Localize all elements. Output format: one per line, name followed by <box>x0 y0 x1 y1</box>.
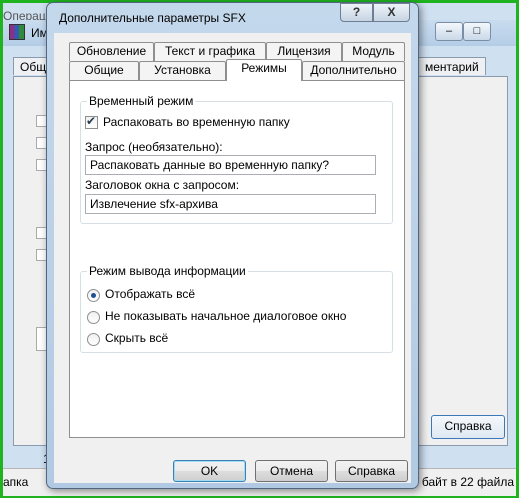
tab-setup[interactable]: Установка <box>139 61 226 80</box>
temp-mode-group: Временный режим Распаковать во временную… <box>80 94 393 224</box>
temp-mode-legend: Временный режим <box>87 94 196 108</box>
close-icon[interactable]: X <box>373 3 410 22</box>
help-button[interactable]: Справка <box>335 460 408 482</box>
tab-general[interactable]: Общие <box>69 61 139 80</box>
window-title-label: Заголовок окна с запросом: <box>85 178 240 192</box>
background-tab-comment[interactable]: ментарий <box>418 57 486 75</box>
winrar-app-icon <box>9 24 25 40</box>
radio-hide-all[interactable] <box>87 333 100 346</box>
minimize-icon[interactable]: – <box>435 22 463 41</box>
radio-hide-all-label: Скрыть всё <box>105 331 169 345</box>
maximize-icon[interactable]: □ <box>463 22 491 41</box>
radio-hide-start-dialog-label: Не показывать начальное диалоговое окно <box>105 309 347 323</box>
cancel-button[interactable]: Отмена <box>255 460 328 482</box>
tab-module[interactable]: Модуль <box>342 42 405 61</box>
output-mode-group: Режим вывода информации Отображать всё Н… <box>80 264 393 353</box>
output-mode-legend: Режим вывода информации <box>87 264 248 278</box>
query-input[interactable]: Распаковать данные во временную папку? <box>85 155 376 175</box>
modes-tab-panel: Временный режим Распаковать во временную… <box>69 80 405 438</box>
unpack-to-temp-checkbox[interactable] <box>85 114 98 129</box>
tab-advanced[interactable]: Дополнительно <box>302 61 405 80</box>
help-caption-button[interactable]: ? <box>340 3 373 22</box>
radio-show-all-label: Отображать всё <box>105 287 196 301</box>
radio-hide-start-dialog[interactable] <box>87 311 100 324</box>
status-right-text: 6 байт в 22 файла <box>411 475 514 489</box>
query-label: Запрос (необязательно): <box>85 140 223 154</box>
unpack-to-temp-label: Распаковать во временную папку <box>103 115 290 129</box>
dialog-title: Дополнительные параметры SFX <box>59 11 246 25</box>
window-title-input[interactable]: Извлечение sfx-архива <box>85 194 376 214</box>
tab-update[interactable]: Обновление <box>69 42 154 61</box>
dialog-client-area: Обновление Текст и графика Лицензия Моду… <box>54 33 411 483</box>
status-left-text: апка <box>3 475 29 489</box>
background-help-button[interactable]: Справка <box>431 415 505 439</box>
radio-show-all[interactable] <box>87 289 100 302</box>
sfx-options-dialog: Дополнительные параметры SFX ? X Обновле… <box>46 2 419 489</box>
tab-modes[interactable]: Режимы <box>226 59 302 81</box>
ok-button[interactable]: OK <box>173 460 246 482</box>
